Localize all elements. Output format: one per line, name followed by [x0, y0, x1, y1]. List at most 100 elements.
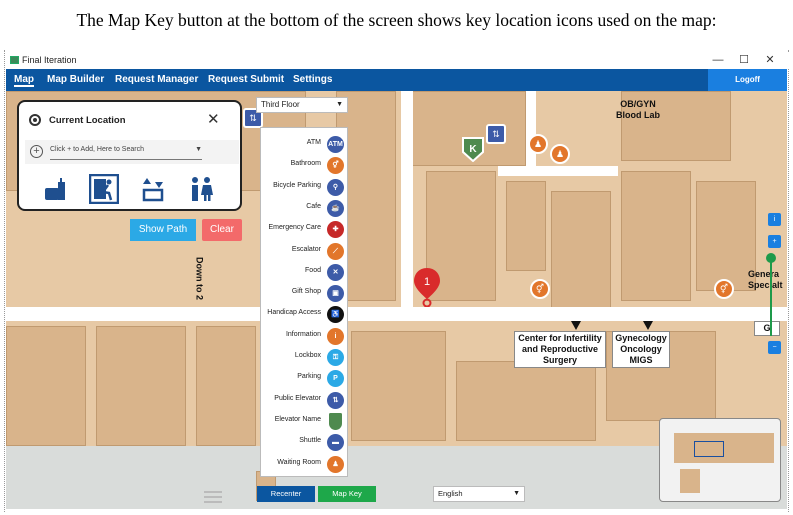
gift-icon: ▣	[327, 285, 344, 303]
chevron-down-icon: ▼	[513, 490, 520, 497]
handicap-icon: ♿	[327, 306, 344, 324]
label-gynecology-oncology[interactable]: Gynecology Oncology MIGS	[612, 331, 670, 368]
current-location-panel: Current Location ✕ + Click + to Add, Her…	[17, 100, 242, 211]
label-general-specialty[interactable]: Genera Specialt	[748, 269, 787, 291]
legend-label: Food	[305, 266, 321, 274]
panel-grip[interactable]	[204, 496, 222, 498]
close-panel-button[interactable]: ✕	[207, 110, 220, 128]
legend-label: Elevator Name	[274, 415, 321, 423]
elevator-name-icon	[329, 412, 342, 430]
exit-icon[interactable]	[89, 174, 119, 204]
label-down-to-2: Down to 2	[194, 257, 205, 300]
maximize-button[interactable]: ☐	[732, 53, 756, 67]
chevron-down-icon: ▼	[195, 146, 202, 153]
panel-grip[interactable]	[204, 491, 222, 493]
legend-label: Waiting Room	[277, 458, 321, 466]
legend-label: Lockbox	[294, 352, 321, 359]
minimap-viewport[interactable]	[694, 441, 724, 457]
legend-item: Public Elevator ⇅	[261, 390, 349, 411]
elevator-icon: ⇅	[327, 391, 344, 409]
food-icon: ✕	[327, 263, 344, 281]
map-building	[506, 181, 546, 271]
clear-button[interactable]: Clear	[202, 219, 242, 241]
search-placeholder: Click + to Add, Here to Search	[50, 146, 144, 153]
legend-label: Bicycle Parking	[273, 181, 321, 189]
destination-marker-icon	[571, 321, 581, 330]
label-infertility-center[interactable]: Center for Infertility and Reproductive …	[514, 331, 606, 368]
food-icon[interactable]	[43, 176, 67, 202]
minimap-building	[680, 469, 700, 493]
restroom-icon[interactable]	[189, 176, 213, 202]
location-search-input[interactable]: Click + to Add, Here to Search ▼	[50, 146, 202, 160]
legend-item: Cafe ☕	[261, 198, 349, 219]
menu-item-map[interactable]: Map	[14, 74, 34, 87]
elevator-name-icon[interactable]: K	[461, 136, 485, 162]
map-corridor	[6, 307, 787, 321]
legend-label: Shuttle	[299, 437, 321, 445]
map-key-button[interactable]: Map Key	[318, 486, 376, 502]
app-icon	[10, 56, 19, 64]
menu-item-map-builder[interactable]: Map Builder	[47, 74, 104, 85]
waiting-room-icon: ♟	[327, 455, 344, 473]
map-building	[696, 181, 756, 291]
label-obgyn-blood-lab[interactable]: OB/GYN Blood Lab	[608, 99, 668, 121]
minimap[interactable]	[659, 418, 781, 502]
elevator-icon[interactable]: ⇅	[486, 124, 506, 144]
menu-item-request-manager[interactable]: Request Manager	[115, 74, 198, 85]
restroom-icon[interactable]: ⚥	[530, 279, 550, 299]
legend-label: Bathroom	[290, 160, 321, 168]
legend-label: Cafe	[306, 202, 321, 210]
map-building	[196, 326, 256, 446]
legend-label: ATM	[306, 139, 321, 146]
menu-item-request-submit[interactable]: Request Submit	[208, 74, 284, 85]
restroom-icon[interactable]: ⚥	[714, 279, 734, 299]
minimize-button[interactable]: —	[706, 53, 730, 67]
map-corridor	[526, 91, 536, 166]
zoom-slider-handle[interactable]	[766, 253, 776, 263]
legend-label: Parking	[297, 373, 321, 381]
information-icon: i	[327, 327, 344, 345]
window-title: Final Iteration	[22, 55, 77, 65]
lockbox-icon: ⚿	[327, 349, 344, 366]
legend-item: Information i	[261, 326, 349, 347]
current-location-title: Current Location	[49, 115, 126, 126]
legend-label: Public Elevator	[274, 394, 321, 402]
window-titlebar: Final Iteration — ☐ ✕	[6, 52, 789, 69]
waiting-room-icon[interactable]: ♟	[550, 144, 570, 164]
map-corridor	[498, 166, 618, 176]
legend-item: Shuttle ▬	[261, 432, 349, 453]
zoom-slider-track[interactable]	[770, 256, 772, 336]
recenter-button[interactable]: Recenter	[257, 486, 315, 502]
map-building	[351, 331, 446, 441]
legend-item: Emergency Care ✚	[261, 219, 349, 240]
panel-grip[interactable]	[204, 501, 222, 503]
elevator-icon[interactable]	[141, 176, 165, 202]
add-location-button[interactable]: +	[30, 145, 43, 158]
label-g[interactable]: G	[754, 321, 780, 336]
map-key-legend: ATM ATM Bathroom ⚥ Bicycle Parking ⚲ Cafe ☕ Emer…	[260, 127, 348, 477]
logoff-button[interactable]: Logoff	[708, 69, 787, 91]
shuttle-icon: ▬	[327, 434, 344, 452]
language-value: English	[438, 489, 463, 498]
legend-item: Bicycle Parking ⚲	[261, 177, 349, 198]
bicycle-icon: ⚲	[327, 178, 344, 196]
waiting-room-icon[interactable]: ♟	[528, 134, 548, 154]
pin-number: 1	[424, 276, 430, 288]
show-path-button[interactable]: Show Path	[130, 219, 196, 241]
location-pin-icon[interactable]: 1	[412, 267, 442, 307]
escalator-icon: ⟋	[327, 242, 344, 260]
map-building	[96, 326, 186, 446]
close-window-button[interactable]: ✕	[758, 53, 782, 67]
floor-select[interactable]: Third Floor ▼	[256, 97, 348, 113]
destination-marker-icon	[643, 321, 653, 330]
menu-item-settings[interactable]: Settings	[293, 74, 332, 85]
map-building	[621, 171, 691, 301]
chevron-down-icon: ▼	[336, 101, 343, 108]
legend-item: Escalator ⟋	[261, 241, 349, 262]
zoom-info-button[interactable]: i	[768, 213, 781, 226]
zoom-in-button[interactable]: +	[768, 235, 781, 248]
map-building	[551, 191, 611, 311]
zoom-out-button[interactable]: −	[768, 341, 781, 354]
menu-bar: Map Map Builder Request Manager Request …	[6, 69, 787, 91]
language-select[interactable]: English ▼	[433, 486, 525, 502]
